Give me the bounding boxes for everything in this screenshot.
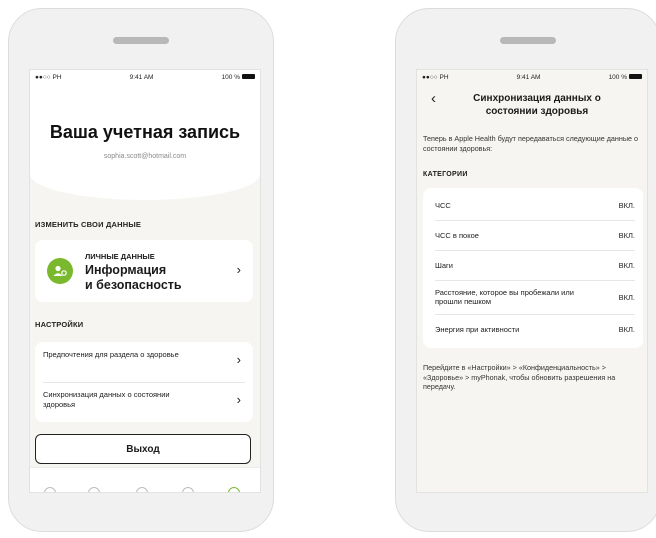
phone-frame-sync: ●●○○ PH 9:41 AM 100 % ‹ Синхронизация да… [395, 8, 656, 532]
status-time: 9:41 AM [516, 73, 541, 81]
page-title: Ваша учетная запись [49, 122, 241, 142]
tab-bar [30, 467, 260, 492]
settings-card: Предпочтения для раздела о здоровье › Си… [35, 342, 253, 422]
category-row[interactable]: Расстояние, которое вы пробежали или про… [435, 280, 635, 315]
tab-account-icon[interactable] [228, 487, 240, 492]
account-screen: ●●○○ PH 9:41 AM 100 % Ваша учетная запис… [29, 69, 261, 493]
chevron-right-icon: › [236, 352, 241, 367]
tab-devices-icon[interactable] [88, 487, 100, 492]
category-row[interactable]: ЧСС ВКЛ. [435, 190, 635, 221]
status-time: 9:41 AM [129, 73, 154, 81]
settings-item-label: Предпочтения для раздела о здоровье [43, 350, 179, 359]
category-label: ЧСС в покое [435, 230, 479, 240]
phone-speaker [500, 37, 556, 44]
intro-text: Теперь в Apple Health будут передаваться… [423, 134, 638, 153]
status-bar: ●●○○ PH 9:41 AM 100 % [417, 70, 647, 84]
sync-screen: ●●○○ PH 9:41 AM 100 % ‹ Синхронизация да… [416, 69, 648, 493]
battery-icon [242, 74, 255, 80]
phone-speaker [113, 37, 169, 44]
categories-card: ЧСС ВКЛ. ЧСС в покое ВКЛ. Шаги ВКЛ. Расс… [423, 188, 643, 348]
category-label: ЧСС [435, 200, 451, 210]
status-bar: ●●○○ PH 9:41 AM 100 % [30, 70, 260, 84]
carrier-label: ●●○○ PH [422, 73, 449, 81]
category-status: ВКЛ. [618, 260, 635, 270]
tab-support-icon[interactable] [182, 487, 194, 492]
settings-item-health-preferences[interactable]: Предпочтения для раздела о здоровье › [43, 342, 245, 383]
category-status: ВКЛ. [618, 292, 635, 302]
user-settings-icon [47, 258, 73, 284]
personal-data-subtitle: Информация и безопасность [85, 263, 182, 292]
phone-frame-account: ●●○○ PH 9:41 AM 100 % Ваша учетная запис… [8, 8, 274, 532]
settings-section-label: НАСТРОЙКИ [35, 320, 84, 329]
battery-icon [629, 74, 642, 80]
personal-data-title: ЛИЧНЫЕ ДАННЫЕ [85, 252, 155, 261]
category-status: ВКЛ. [618, 230, 635, 240]
settings-item-health-sync[interactable]: Синхронизация данных о состоянии здоровь… [43, 382, 245, 422]
personal-data-card[interactable]: ЛИЧНЫЕ ДАННЫЕ Информация и безопасность … [35, 240, 253, 302]
chevron-right-icon: › [236, 392, 241, 407]
tab-health-icon[interactable] [136, 487, 148, 492]
chevron-right-icon: › [236, 262, 241, 277]
edit-section-label: ИЗМЕНИТЬ СВОИ ДАННЫЕ [35, 220, 142, 229]
category-row[interactable]: ЧСС в покое ВКЛ. [435, 220, 635, 251]
settings-item-label: Синхронизация данных о состоянии здоровь… [43, 390, 170, 409]
tab-home-icon[interactable] [44, 487, 56, 492]
category-label: Шаги [435, 260, 453, 270]
category-row[interactable]: Шаги ВКЛ. [435, 250, 635, 281]
categories-label: КАТЕГОРИИ [423, 171, 468, 178]
account-email: sophia.scott@hotmail.com [103, 153, 187, 160]
logout-button[interactable]: Выход [35, 434, 251, 464]
category-status: ВКЛ. [618, 324, 635, 334]
page-title: Синхронизация данных о состоянии здоровь… [473, 93, 601, 117]
battery-indicator: 100 % [609, 74, 642, 81]
category-status: ВКЛ. [618, 200, 635, 210]
category-row[interactable]: Энергия при активности ВКЛ. [435, 314, 635, 344]
carrier-label: ●●○○ PH [35, 73, 62, 81]
back-chevron-icon[interactable]: ‹ [431, 90, 436, 107]
battery-indicator: 100 % [222, 74, 255, 81]
permissions-note: Перейдите в «Настройки» > «Конфиденциаль… [423, 363, 616, 391]
category-label: Энергия при активности [435, 324, 520, 334]
category-label: Расстояние, которое вы пробежали или про… [435, 287, 574, 307]
